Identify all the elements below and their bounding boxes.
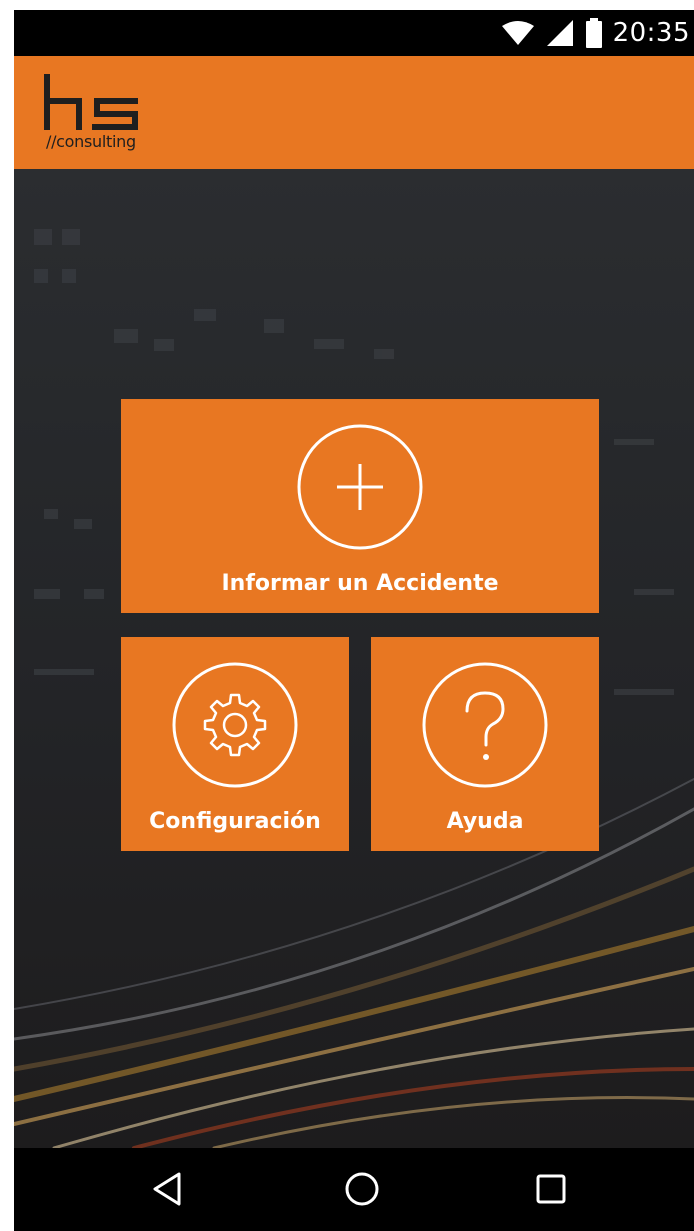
- home-button[interactable]: [332, 1164, 392, 1214]
- recents-button[interactable]: [522, 1164, 582, 1214]
- help-tile[interactable]: Ayuda: [371, 637, 599, 851]
- help-label: Ayuda: [446, 809, 524, 834]
- app-bar: //consulting: [14, 56, 694, 169]
- settings-tile[interactable]: Configuración: [121, 637, 349, 851]
- home-icon: [345, 1172, 379, 1206]
- plus-circle-icon: [297, 424, 423, 550]
- device-screen: 20:35 //consulting Informar un Accidente…: [14, 10, 694, 1231]
- logo-mark: [44, 74, 138, 130]
- back-button[interactable]: [139, 1164, 199, 1214]
- recents-icon: [536, 1174, 566, 1204]
- gear-icon: [172, 662, 298, 788]
- hs-consulting-logo: //consulting: [42, 74, 152, 154]
- back-icon: [153, 1172, 181, 1206]
- settings-label: Configuración: [149, 809, 321, 834]
- status-bar: 20:35: [14, 10, 694, 56]
- navigation-bar: [14, 1148, 694, 1231]
- status-time: 20:35: [612, 18, 690, 48]
- report-accident-label: Informar un Accidente: [221, 571, 499, 596]
- report-accident-tile[interactable]: Informar un Accidente: [121, 399, 599, 613]
- wifi-icon: [501, 21, 534, 45]
- battery-icon: [585, 18, 602, 48]
- question-icon: [422, 662, 548, 788]
- logo-subtext: //consulting: [46, 132, 136, 151]
- signal-icon: [546, 20, 573, 46]
